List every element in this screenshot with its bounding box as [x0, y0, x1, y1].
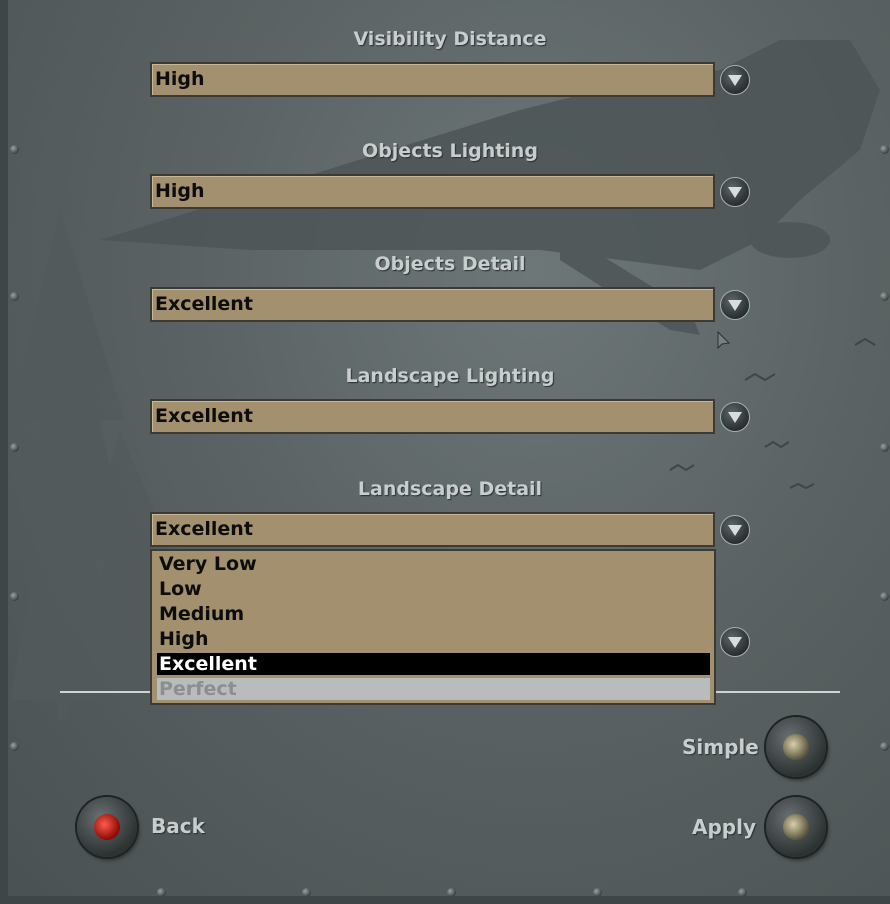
landscape-lighting-select[interactable]: Excellent [150, 399, 715, 434]
rivet [593, 888, 602, 897]
rivet [880, 592, 889, 601]
objects-detail-label: Objects Detail [374, 253, 526, 275]
background-scene [0, 40, 880, 720]
rivet [880, 443, 889, 452]
rivet [10, 592, 19, 601]
dropdown-option[interactable]: Very Low [157, 553, 710, 575]
simple-label: Simple [682, 735, 759, 759]
dropdown-option-disabled: Perfect [157, 678, 710, 700]
simple-button[interactable] [766, 717, 826, 777]
rivet [880, 742, 889, 751]
back-button[interactable] [77, 797, 137, 857]
chevron-down-icon [728, 637, 742, 648]
visibility-distance-select[interactable]: High [150, 62, 715, 97]
landscape-detail-dropdown-button[interactable] [720, 515, 750, 545]
chevron-down-icon [728, 525, 742, 536]
mouse-cursor-icon [717, 331, 731, 350]
back-label: Back [151, 814, 205, 838]
rivet [880, 145, 889, 154]
landscape-lighting-dropdown-button[interactable] [720, 402, 750, 432]
landscape-lighting-label: Landscape Lighting [345, 365, 555, 387]
visibility-distance-dropdown-button[interactable] [720, 65, 750, 95]
lamp-off-icon [783, 814, 809, 840]
objects-lighting-dropdown-button[interactable] [720, 177, 750, 207]
landscape-detail-select[interactable]: Excellent [150, 512, 715, 547]
dropdown-option[interactable]: High [157, 628, 710, 650]
objects-lighting-label: Objects Lighting [362, 140, 538, 162]
apply-label: Apply [692, 815, 757, 839]
rivet [10, 145, 19, 154]
objects-lighting-select[interactable]: High [150, 174, 715, 209]
landscape-detail-options-list: Very Low Low Medium High Excellent Perfe… [150, 549, 716, 705]
chevron-down-icon [728, 412, 742, 423]
divider-right [715, 691, 840, 693]
rivet [738, 888, 747, 897]
divider-left [60, 691, 152, 693]
rivet [447, 888, 456, 897]
rivet [157, 888, 166, 897]
chevron-down-icon [728, 300, 742, 311]
rivet [10, 292, 19, 301]
dropdown-option[interactable]: Low [157, 578, 710, 600]
rivet [880, 292, 889, 301]
objects-detail-select[interactable]: Excellent [150, 287, 715, 322]
frame-bottom-edge [0, 896, 890, 904]
rivet [302, 888, 311, 897]
objects-detail-dropdown-button[interactable] [720, 290, 750, 320]
lamp-on-icon [94, 814, 120, 840]
visibility-distance-label: Visibility Distance [353, 28, 547, 50]
next-setting-dropdown-button[interactable] [720, 627, 750, 657]
frame-left-edge [0, 0, 8, 904]
dropdown-option-selected[interactable]: Excellent [157, 653, 710, 675]
dropdown-option[interactable]: Medium [157, 603, 710, 625]
chevron-down-icon [728, 75, 742, 86]
apply-button[interactable] [766, 797, 826, 857]
chevron-down-icon [728, 187, 742, 198]
landscape-detail-label: Landscape Detail [357, 478, 543, 500]
rivet [10, 742, 19, 751]
rivet [10, 443, 19, 452]
lamp-off-icon [783, 734, 809, 760]
